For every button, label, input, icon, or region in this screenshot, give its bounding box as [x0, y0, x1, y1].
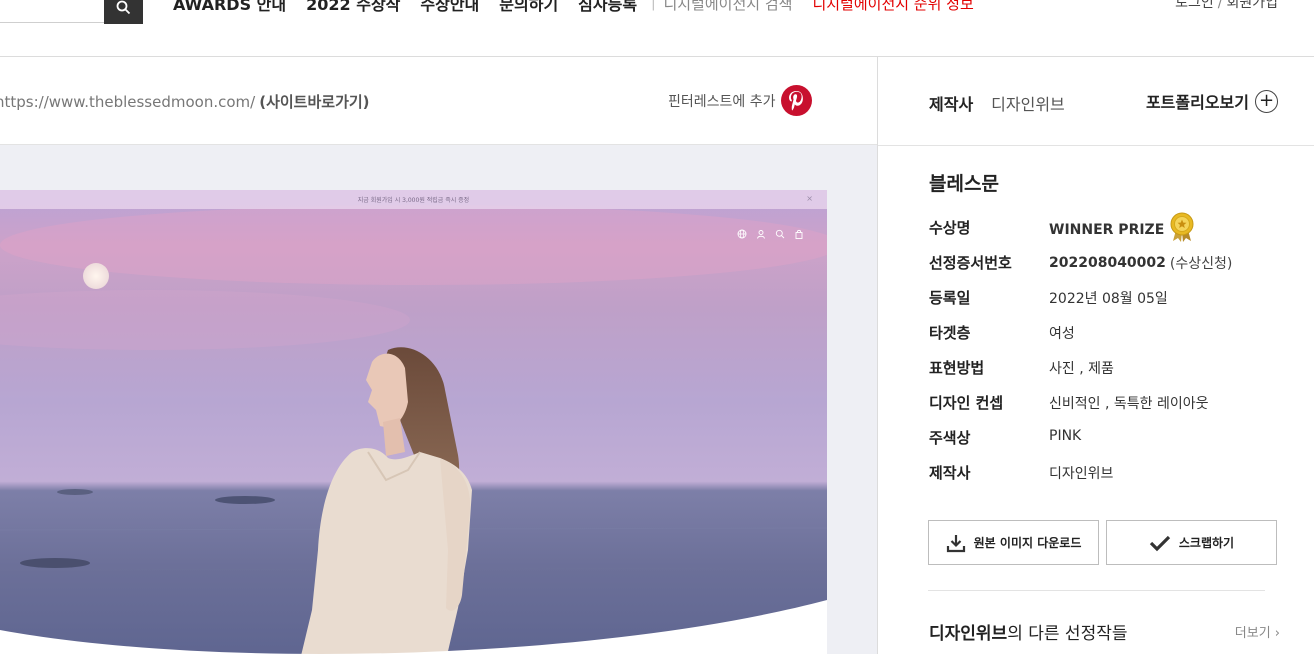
site-url-bar: https://www.theblessedmoon.com/(사이트바로가기)…	[0, 57, 877, 145]
medal-icon	[1170, 212, 1194, 242]
preview-image	[0, 190, 827, 654]
promo-banner-text: 지금 회원가입 시 3,000원 적립금 즉시 증정	[357, 197, 470, 204]
award-name: WINNER PRIZE	[1049, 222, 1165, 238]
info-value: 여성	[1049, 326, 1075, 342]
portfolio-button[interactable]: 포트폴리오보기 +	[1146, 89, 1278, 113]
menu-divider: |	[651, 0, 656, 11]
info-value: 2022년 08월 05일	[1049, 291, 1168, 307]
nav-inquiry[interactable]: 문의하기	[499, 0, 558, 15]
main-menu: AWARDS 안내 2022 수상작 수상안내 문의하기 심사등록 | 디지털에…	[173, 0, 974, 15]
detail-panel: 제작사 디자인위브 포트폴리오보기 + 블레스문 수상명 WINNER PRIZ…	[877, 57, 1314, 654]
portfolio-label: 포트폴리오보기	[1145, 93, 1249, 112]
site-url: https://www.theblessedmoon.com/(사이트바로가기)	[0, 91, 370, 112]
check-icon	[1149, 535, 1171, 551]
promo-banner: 지금 회원가입 시 3,000원 적립금 즉시 증정 ×	[0, 190, 827, 209]
download-label: 원본 이미지 다운로드	[973, 536, 1082, 550]
work-title: 블레스문	[929, 173, 999, 195]
scrap-button[interactable]: 스크랩하기	[1106, 520, 1277, 565]
search-button[interactable]	[104, 0, 143, 24]
maker-name[interactable]: 디자인위브	[991, 91, 1065, 115]
preview-area: 지금 회원가입 시 3,000원 적립금 즉시 증정 ×	[0, 145, 877, 654]
signup-link[interactable]: 회원가입	[1226, 0, 1278, 11]
top-navigation: AWARDS 안내 2022 수상작 수상안내 문의하기 심사등록 | 디지털에…	[0, 0, 1314, 57]
preview-header-icons	[737, 224, 804, 239]
info-label: 수상명	[929, 219, 971, 237]
other-works-label: 의 다른 선정작들	[1007, 624, 1128, 644]
info-value: 신비적인 , 독특한 레이아웃	[1049, 396, 1209, 412]
info-value: 202208040002 (수상신청)	[1049, 253, 1232, 273]
info-label: 표현방법	[929, 359, 985, 377]
info-label: 디자인 컨셉	[929, 394, 1004, 412]
other-works-heading: 디자인위브의 다른 선정작들	[929, 619, 1128, 644]
info-value: PINK	[1049, 428, 1082, 444]
nav-submit[interactable]: 심사등록	[578, 0, 637, 15]
auth-links: 로그인 / 회원가입	[1175, 0, 1278, 12]
nav-award-guide[interactable]: 수상안내	[420, 0, 479, 15]
divider	[928, 590, 1265, 591]
scrap-label: 스크랩하기	[1178, 536, 1235, 550]
certificate-number: 202208040002	[1049, 255, 1166, 271]
download-original-button[interactable]: 원본 이미지 다운로드	[928, 520, 1099, 565]
info-value: 사진 , 제품	[1049, 361, 1114, 377]
login-link[interactable]: 로그인	[1175, 0, 1214, 11]
plus-icon: +	[1255, 89, 1278, 113]
globe-icon	[737, 224, 747, 239]
maker-header: 제작사 디자인위브	[929, 91, 1065, 115]
pinterest-add-button[interactable]: 핀터레스트에 추가	[668, 85, 812, 116]
pinterest-icon	[780, 85, 812, 116]
other-works-agency: 디자인위브	[929, 624, 1008, 644]
nav-agency-search[interactable]: 디지털에이전시 검색	[663, 0, 792, 14]
download-icon	[946, 534, 965, 552]
visit-site-link[interactable]: (사이트바로가기)	[259, 93, 369, 111]
search-icon	[775, 224, 785, 239]
divider	[878, 145, 1314, 146]
info-value: 디자인위브	[1049, 466, 1114, 482]
nav-2022-winners[interactable]: 2022 수상작	[306, 0, 400, 15]
close-icon: ×	[806, 194, 813, 203]
pinterest-label: 핀터레스트에 추가	[668, 93, 776, 110]
user-icon	[756, 224, 766, 239]
info-label: 타겟층	[929, 324, 971, 342]
info-label: 선정증서번호	[929, 254, 1012, 272]
bag-icon	[794, 224, 804, 239]
info-label: 제작사	[929, 464, 971, 482]
search-icon	[116, 0, 131, 15]
site-url-text[interactable]: https://www.theblessedmoon.com/	[0, 93, 255, 111]
maker-label: 제작사	[929, 95, 974, 114]
nav-agency-rank[interactable]: 디지털에이전시 순위 정보	[812, 0, 973, 14]
certificate-status: (수상신청)	[1169, 256, 1233, 272]
site-screenshot: 지금 회원가입 시 3,000원 적립금 즉시 증정 ×	[0, 190, 827, 654]
info-value: WINNER PRIZE	[1049, 212, 1195, 242]
info-label: 등록일	[929, 289, 971, 307]
info-label: 주색상	[929, 429, 971, 447]
more-link[interactable]: 더보기 ›	[1235, 622, 1280, 641]
auth-separator: /	[1217, 0, 1223, 11]
nav-awards[interactable]: AWARDS 안내	[173, 0, 286, 15]
search-input[interactable]	[0, 0, 105, 23]
